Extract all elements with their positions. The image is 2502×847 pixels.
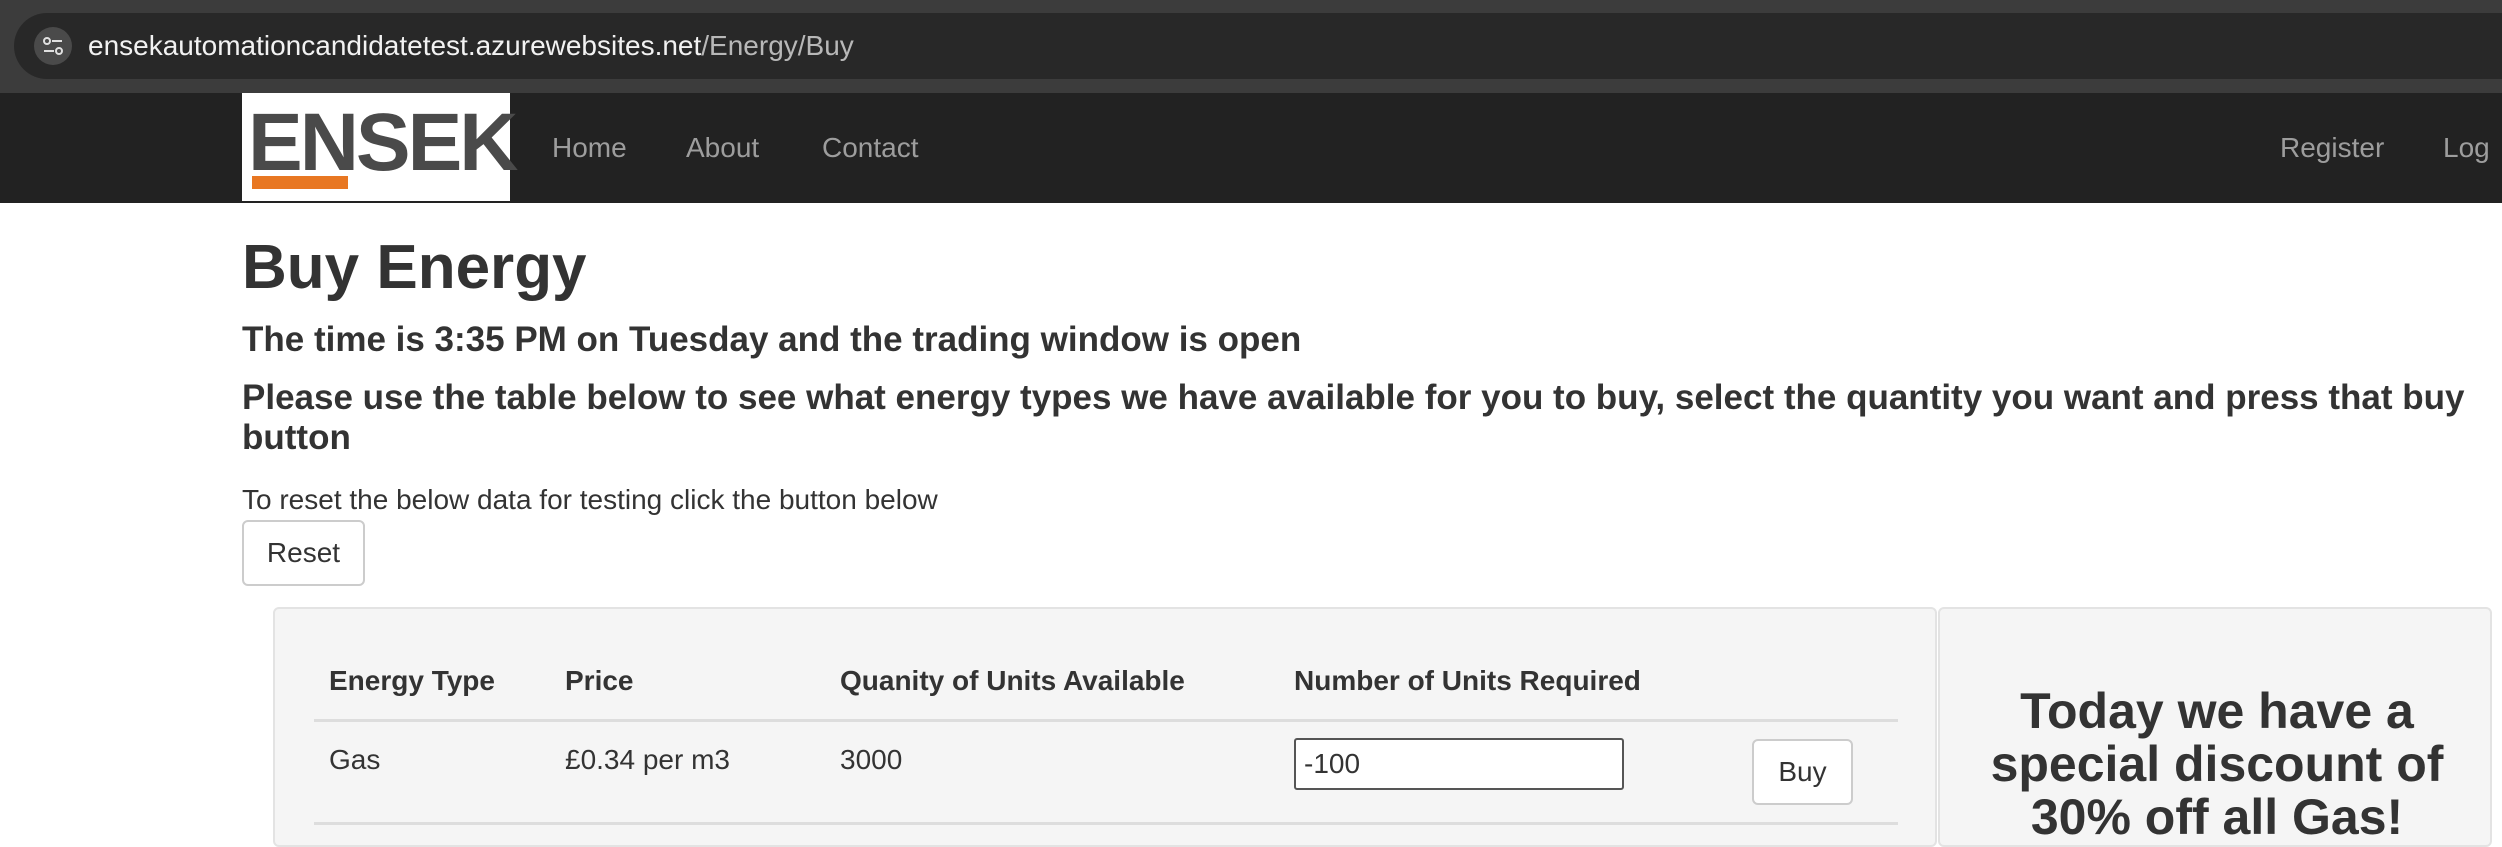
nav-login[interactable]: Log: [2443, 93, 2490, 203]
nav-home[interactable]: Home: [552, 93, 627, 203]
nav-contact[interactable]: Contact: [822, 93, 919, 203]
energy-table-panel: Energy Type Price Quanity of Units Avail…: [273, 607, 1937, 847]
header-price: Price: [565, 665, 634, 696]
nav-register[interactable]: Register: [2280, 93, 2384, 203]
ensek-logo[interactable]: ENSEK: [242, 93, 519, 201]
url-domain: ensekautomationcandidatetest.azurewebsit…: [88, 30, 702, 61]
reset-instruction-text: To reset the below data for testing clic…: [242, 484, 938, 515]
header-units-available: Quanity of Units Available: [840, 665, 1185, 696]
url-path: /Energy/Buy: [701, 30, 854, 61]
discount-panel: Today we have a special discount of 30% …: [1938, 607, 2492, 847]
discount-message: Today we have a special discount of 30% …: [1990, 683, 2444, 845]
browser-toolbar: ensekautomationcandidatetest.azurewebsit…: [0, 0, 2502, 93]
buy-gas-button[interactable]: Buy: [1752, 739, 1853, 805]
logo-orange-bar: [252, 176, 348, 189]
header-energy-type: Energy Type: [329, 665, 495, 696]
header-units-required: Number of Units Required: [1294, 665, 1641, 696]
units-required-input[interactable]: [1294, 738, 1624, 790]
page-title: Buy Energy: [242, 233, 587, 302]
address-bar[interactable]: ensekautomationcandidatetest.azurewebsit…: [14, 13, 2502, 79]
url-text: ensekautomationcandidatetest.azurewebsit…: [88, 27, 854, 65]
header-divider: [314, 719, 1898, 722]
site-navbar: ENSEK Home About Contact Register Log: [0, 93, 2502, 203]
cell-units-available: 3000: [840, 744, 903, 775]
site-settings-icon[interactable]: [34, 27, 72, 65]
nav-about[interactable]: About: [686, 93, 759, 203]
cell-price: £0.34 per m3: [565, 744, 730, 775]
reset-button[interactable]: Reset: [242, 520, 365, 586]
buy-instructions: Please use the table below to see what e…: [242, 378, 2465, 457]
trading-time-message: The time is 3:35 PM on Tuesday and the t…: [242, 320, 1302, 359]
cell-energy-type: Gas: [329, 744, 381, 775]
row-divider: [314, 822, 1898, 825]
